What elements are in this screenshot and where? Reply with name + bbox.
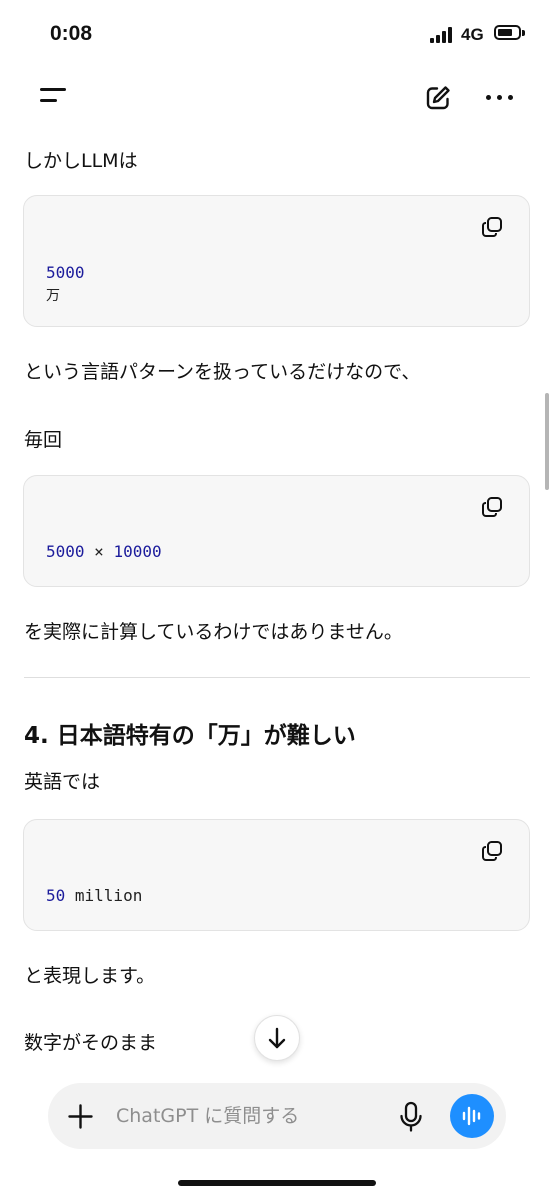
scrollbar[interactable] [545, 393, 549, 490]
mic-icon[interactable] [399, 1101, 423, 1133]
battery-icon [494, 25, 525, 40]
message-paragraph: を実際に計算しているわけではありません。 [24, 621, 403, 643]
menu-icon[interactable] [40, 88, 68, 108]
code-block: 5000 万 [23, 195, 530, 327]
code-block: 5000 × 10000 [23, 475, 530, 587]
message-paragraph: と表現します。 [24, 965, 156, 987]
code-number: 5000 [46, 542, 85, 561]
status-time: 0:08 [50, 22, 93, 45]
composer [48, 1083, 506, 1149]
code-number: 10000 [113, 542, 162, 561]
voice-waveform-icon [462, 1106, 481, 1126]
plus-icon[interactable] [68, 1104, 93, 1129]
message-paragraph: 英語では [24, 771, 101, 793]
divider [24, 677, 530, 678]
code-line: 5000 × 10000 [46, 542, 162, 561]
code-word: million [65, 886, 143, 905]
home-indicator [178, 1180, 376, 1186]
code-line: 5000 [46, 263, 85, 282]
code-line: 50 million [46, 886, 142, 905]
voice-mode-button[interactable] [450, 1094, 494, 1138]
code-block: 50 million [23, 819, 530, 931]
message-paragraph: という言語パターンを扱っているだけなので、 [24, 361, 421, 383]
message-paragraph: 数字がそのまま [24, 1032, 158, 1054]
message-paragraph: 毎回 [24, 429, 63, 451]
section-heading: 4. 日本語特有の「万」が難しい [24, 723, 356, 749]
network-label: 4G [461, 25, 484, 44]
message-paragraph: しかしLLMは [24, 150, 138, 172]
copy-icon[interactable] [481, 496, 503, 518]
arrow-down-icon [268, 1027, 286, 1049]
copy-icon[interactable] [481, 216, 503, 238]
signal-icon [430, 27, 456, 43]
scroll-down-button[interactable] [254, 1015, 300, 1061]
edit-icon[interactable] [424, 84, 452, 112]
status-bar: 0:08 4G [0, 0, 554, 70]
prompt-input[interactable] [116, 1101, 356, 1131]
more-icon[interactable] [486, 95, 514, 101]
code-operator: × [84, 542, 114, 561]
code-line: 万 [46, 288, 60, 304]
copy-icon[interactable] [481, 840, 503, 862]
code-number: 50 [46, 886, 66, 905]
